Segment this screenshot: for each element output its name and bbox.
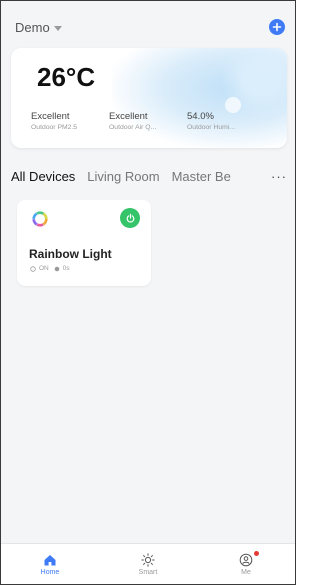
bottom-navigation: Home Smart Me (1, 543, 295, 584)
nav-label: Smart (138, 568, 158, 576)
more-tabs-icon[interactable]: ··· (261, 169, 287, 184)
app-screen: Demo 26°C Excellent Outdoor PM2.5 Excell… (0, 0, 296, 585)
weather-background (112, 48, 287, 148)
nav-smart[interactable]: Smart (118, 552, 178, 576)
tab-living-room[interactable]: Living Room (87, 169, 159, 184)
add-device-button[interactable] (269, 19, 285, 35)
weather-card[interactable]: 26°C Excellent Outdoor PM2.5 Excellent O… (11, 48, 287, 148)
plus-icon (272, 22, 282, 32)
home-icon (44, 554, 56, 565)
weather-metrics: Excellent Outdoor PM2.5 Excellent Outdoo… (31, 111, 265, 131)
metric-value: 54.0% (187, 111, 214, 122)
status-value: 0s (62, 265, 70, 272)
device-card[interactable]: Rainbow Light ON 0s (17, 200, 151, 286)
top-bar: Demo (1, 1, 295, 53)
metric-label: Outdoor Humi... (187, 124, 235, 131)
metric-label: Outdoor Air Q... (109, 124, 157, 131)
rainbow-light-icon (32, 211, 48, 227)
nav-label: Home (40, 568, 60, 576)
device-name: Rainbow Light (29, 247, 112, 261)
tab-master-bedroom[interactable]: Master Be (172, 169, 242, 184)
metric-humidity: 54.0% Outdoor Humi... (187, 111, 265, 131)
dropdown-caret-icon (53, 25, 62, 31)
notification-badge (254, 550, 259, 556)
metric-value: Excellent (31, 111, 70, 122)
home-selector[interactable]: Demo (15, 20, 62, 35)
timer-dot-icon (54, 266, 60, 271)
nav-me[interactable]: Me (216, 550, 276, 576)
metric-label: Outdoor PM2.5 (31, 124, 78, 131)
sun-icon (141, 552, 155, 567)
nav-label: Me (241, 568, 251, 576)
room-tabs: All Devices Living Room Master Be ··· (1, 163, 295, 189)
device-status: ON 0s (30, 265, 70, 272)
user-icon (239, 553, 253, 566)
metric-pm25: Excellent Outdoor PM2.5 (31, 111, 109, 131)
metric-value: Excellent (109, 111, 148, 122)
metric-air-quality: Excellent Outdoor Air Q... (109, 111, 187, 131)
nav-home[interactable]: Home (20, 553, 80, 576)
power-status-icon (30, 265, 36, 272)
power-toggle-button[interactable] (120, 208, 140, 228)
outdoor-temperature: 26°C (37, 62, 96, 92)
power-icon (126, 213, 134, 223)
home-name: Demo (15, 19, 50, 35)
tab-all-devices[interactable]: All Devices (11, 169, 75, 184)
power-state: ON (39, 265, 49, 272)
